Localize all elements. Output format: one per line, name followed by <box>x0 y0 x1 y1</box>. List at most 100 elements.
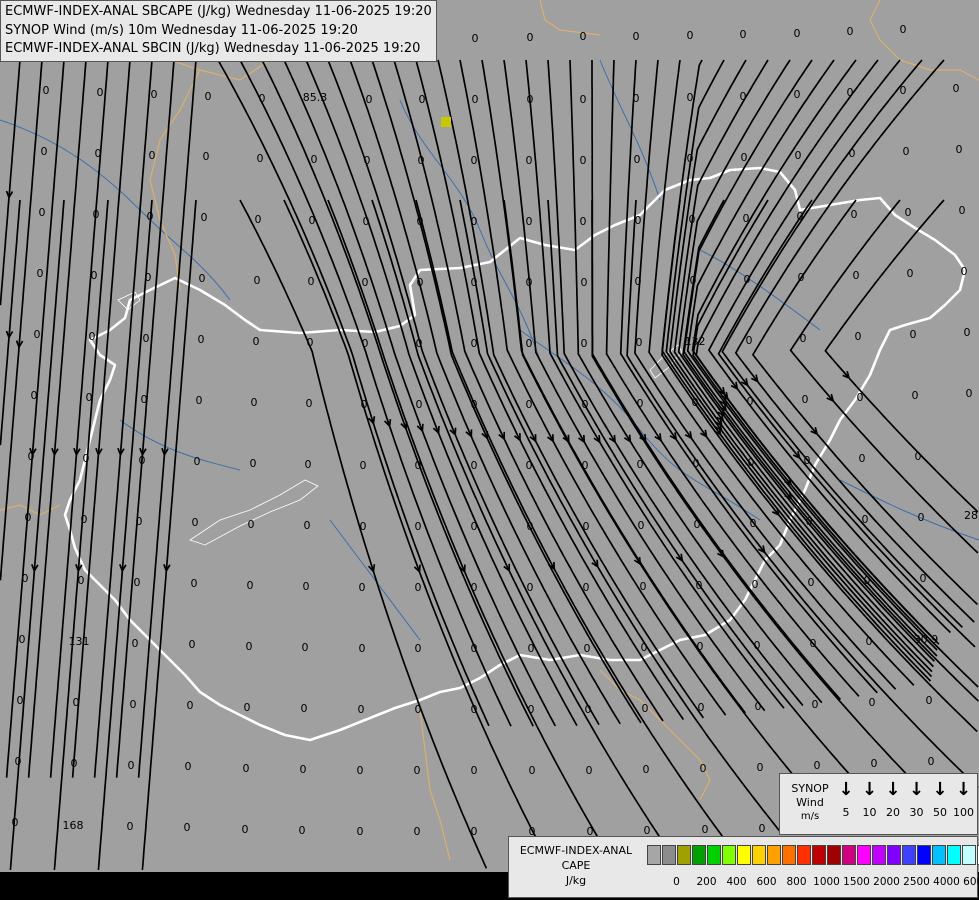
station-value: 0 <box>582 398 589 411</box>
station-value: 0 <box>132 637 139 650</box>
station-value: 0 <box>814 759 821 772</box>
station-value: 0 <box>414 825 421 838</box>
station-value: 0 <box>849 147 856 160</box>
station-value: 0 <box>127 820 134 833</box>
station-value: 0 <box>149 149 156 162</box>
station-value: 0 <box>31 389 38 402</box>
station-value: 0 <box>472 32 479 45</box>
station-value: 0 <box>871 757 878 770</box>
station-value: 0 <box>359 581 366 594</box>
cape-color-swatch <box>767 845 781 865</box>
station-value: 0 <box>869 696 876 709</box>
station-value: 0 <box>471 337 478 350</box>
station-value: 0 <box>139 454 146 467</box>
station-value: 0 <box>246 640 253 653</box>
station-value: 0 <box>744 273 751 286</box>
cape-color-swatch <box>962 845 976 865</box>
station-value: 0 <box>810 637 817 650</box>
down-arrow-icon: ↓ <box>908 779 925 800</box>
station-value: 0 <box>640 580 647 593</box>
cape-legend-title-2: CAPE <box>561 859 591 872</box>
station-value: 85.3 <box>303 91 328 104</box>
station-value: 0 <box>86 391 93 404</box>
station-value: 0 <box>912 389 919 402</box>
station-value: 0 <box>471 276 478 289</box>
station-value: 0 <box>471 764 478 777</box>
station-value: 0 <box>526 154 533 167</box>
station-value: 0 <box>362 276 369 289</box>
station-value: 0 <box>526 459 533 472</box>
station-value: 0 <box>806 515 813 528</box>
station-value: 0 <box>471 520 478 533</box>
cape-tick-label: 800 <box>786 876 807 888</box>
station-value: 0 <box>305 458 312 471</box>
station-value: 0 <box>528 642 535 655</box>
cape-tick-label: 1500 <box>843 876 870 888</box>
station-value: 0 <box>415 520 422 533</box>
wind-legend-value: 5 <box>842 806 850 819</box>
station-value: 0 <box>37 267 44 280</box>
station-value: 0 <box>795 149 802 162</box>
station-value: 0 <box>302 641 309 654</box>
station-value: 0 <box>415 459 422 472</box>
station-value: 0 <box>304 519 311 532</box>
station-value: 0 <box>205 90 212 103</box>
station-value: 0 <box>750 517 757 530</box>
station-value: 0 <box>39 206 46 219</box>
station-value: 0 <box>364 154 371 167</box>
cape-tick-label: 2500 <box>903 876 930 888</box>
station-value: 0 <box>199 272 206 285</box>
station-value: 0 <box>855 330 862 343</box>
station-value: 0 <box>693 457 700 470</box>
station-value: 0 <box>415 581 422 594</box>
station-value: 0 <box>526 215 533 228</box>
title-line-2: SYNOP Wind (m/s) 10m Wednesday 11-06-202… <box>5 22 358 38</box>
cape-scale-ticks: 0 200 400 600 800 100015002000250040006000 <box>647 876 979 890</box>
cape-color-swatch <box>782 845 796 865</box>
station-value: 0 <box>254 274 261 287</box>
station-value: 0 <box>526 276 533 289</box>
station-value: 0 <box>145 271 152 284</box>
station-value: 0 <box>362 337 369 350</box>
station-value: 0 <box>196 394 203 407</box>
station-value: 0 <box>864 574 871 587</box>
wind-legend-value: 50 <box>933 806 947 819</box>
station-value: 0 <box>697 640 704 653</box>
down-arrow-icon: ↓ <box>955 779 972 800</box>
station-value: 0 <box>740 90 747 103</box>
station-value: 168 <box>63 819 84 832</box>
station-value: 0 <box>687 29 694 42</box>
station-value: 0 <box>633 30 640 43</box>
station-value: 0 <box>956 143 963 156</box>
cape-color-swatch <box>812 845 826 865</box>
station-value: 0 <box>690 274 697 287</box>
station-value: 0 <box>800 332 807 345</box>
cape-color-swatch <box>662 845 676 865</box>
station-value: 0 <box>93 208 100 221</box>
station-value: 0 <box>698 701 705 714</box>
cape-color-swatch <box>872 845 886 865</box>
station-value: 0 <box>25 511 32 524</box>
station-value: 0 <box>700 762 707 775</box>
station-value: 0 <box>580 30 587 43</box>
cape-color-swatch <box>797 845 811 865</box>
cape-legend-title-1: ECMWF-INDEX-ANAL <box>519 844 633 857</box>
station-value: 0 <box>303 580 310 593</box>
station-value: 0 <box>812 698 819 711</box>
station-value: 0 <box>134 576 141 589</box>
cape-color-swatch <box>722 845 736 865</box>
station-value: 0 <box>81 513 88 526</box>
station-value: 0 <box>959 204 966 217</box>
cape-color-swatch <box>827 845 841 865</box>
cape-color-swatch <box>692 845 706 865</box>
down-arrow-icon: ↓ <box>861 779 878 800</box>
station-value: 0 <box>583 581 590 594</box>
station-value: 0 <box>91 269 98 282</box>
station-value: 0 <box>847 25 854 38</box>
station-value: 0 <box>360 459 367 472</box>
station-value: 0 <box>907 267 914 280</box>
station-value: 0 <box>306 397 313 410</box>
station-value: 0 <box>250 457 257 470</box>
station-value: 0 <box>194 455 201 468</box>
station-value: 131 <box>69 635 90 648</box>
